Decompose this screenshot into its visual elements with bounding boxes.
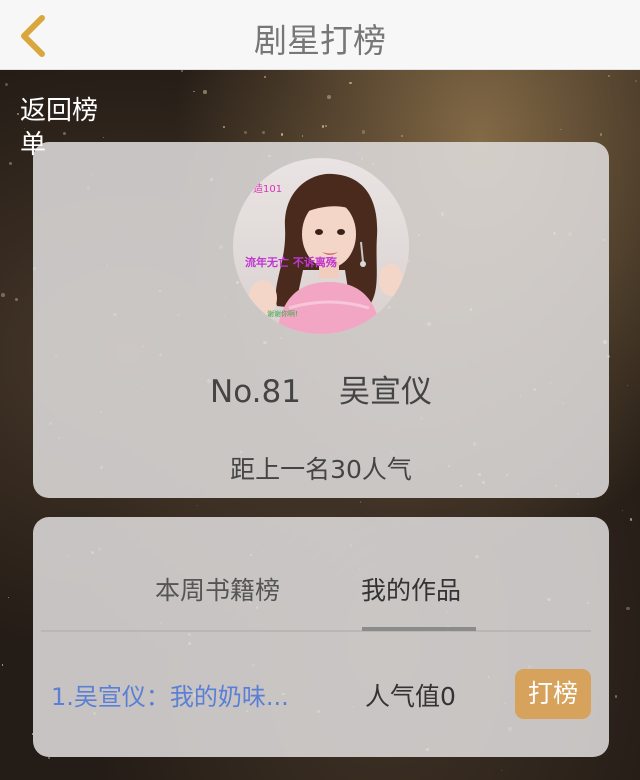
back-to-list-link[interactable]: 返回榜单: [20, 94, 116, 162]
sparkle: [349, 81, 352, 85]
rank-line: No.81 吴宣仪: [33, 366, 609, 411]
tab-divider: [41, 630, 591, 632]
sparkle: [599, 133, 603, 136]
sparkle: [180, 70, 183, 73]
sparkle: [629, 518, 633, 522]
sparkle: [222, 126, 225, 129]
sparkle: [280, 133, 284, 136]
sparkle: [193, 90, 195, 93]
popularity-value: 人气值0: [365, 682, 456, 711]
sparkle: [203, 90, 207, 94]
sparkle: [301, 135, 304, 138]
sparkle: [15, 298, 18, 302]
sparkle: [4, 82, 8, 86]
sparkle: [8, 596, 10, 599]
tab-my-works[interactable]: 我的作品: [361, 571, 461, 607]
work-title-link[interactable]: 1.吴宣仪：我的奶味...: [51, 677, 289, 712]
avatar-caption-bottom: 谢谢你啊!: [267, 309, 298, 318]
sparkle: [615, 695, 618, 698]
sparkle: [626, 606, 630, 611]
sparkle: [244, 131, 248, 135]
avatar-image: 造101 流年无亡 不诉离殇 谢谢你啊!: [233, 158, 409, 334]
sparkle: [1, 292, 5, 297]
sparkle: [9, 161, 13, 165]
sparkle: [626, 384, 629, 387]
gap-to-previous: 距上一名30人气: [230, 455, 412, 484]
navbar: 剧星打榜: [0, 0, 640, 70]
avatar-caption-top: 造101: [253, 182, 282, 195]
sparkle: [608, 74, 611, 77]
tab-weekly-books[interactable]: 本周书籍榜: [155, 571, 280, 607]
sparkle: [622, 509, 624, 511]
sparkle: [263, 75, 267, 79]
sparkle: [47, 756, 51, 760]
rank-number: No.81: [210, 374, 301, 410]
sparkle: [262, 130, 266, 135]
sparkle: [635, 80, 637, 82]
page-title: 剧星打榜: [254, 21, 386, 60]
avatar-caption-middle: 流年无亡 不诉离殇: [245, 255, 337, 269]
avatar: 造101 流年无亡 不诉离殇 谢谢你啊!: [233, 158, 409, 334]
sparkle: [361, 130, 366, 134]
sparkle: [560, 128, 562, 130]
sparkle: [400, 134, 403, 137]
sparkle: [324, 125, 327, 128]
sparkle: [359, 501, 362, 504]
profile-card: 造101 流年无亡 不诉离殇 谢谢你啊! No.81 吴宣仪 距上一名30人气: [33, 142, 609, 498]
works-card: 本周书籍榜 我的作品 1.吴宣仪：我的奶味... 人气值0 打榜: [33, 517, 609, 757]
sparkle: [500, 769, 502, 771]
celebrity-name: 吴宣仪: [338, 374, 432, 410]
sparkle: [197, 504, 199, 506]
active-tab-indicator: [362, 627, 476, 631]
sparkle: [1, 664, 4, 666]
vote-button[interactable]: 打榜: [515, 669, 591, 719]
sparkle: [327, 94, 332, 99]
